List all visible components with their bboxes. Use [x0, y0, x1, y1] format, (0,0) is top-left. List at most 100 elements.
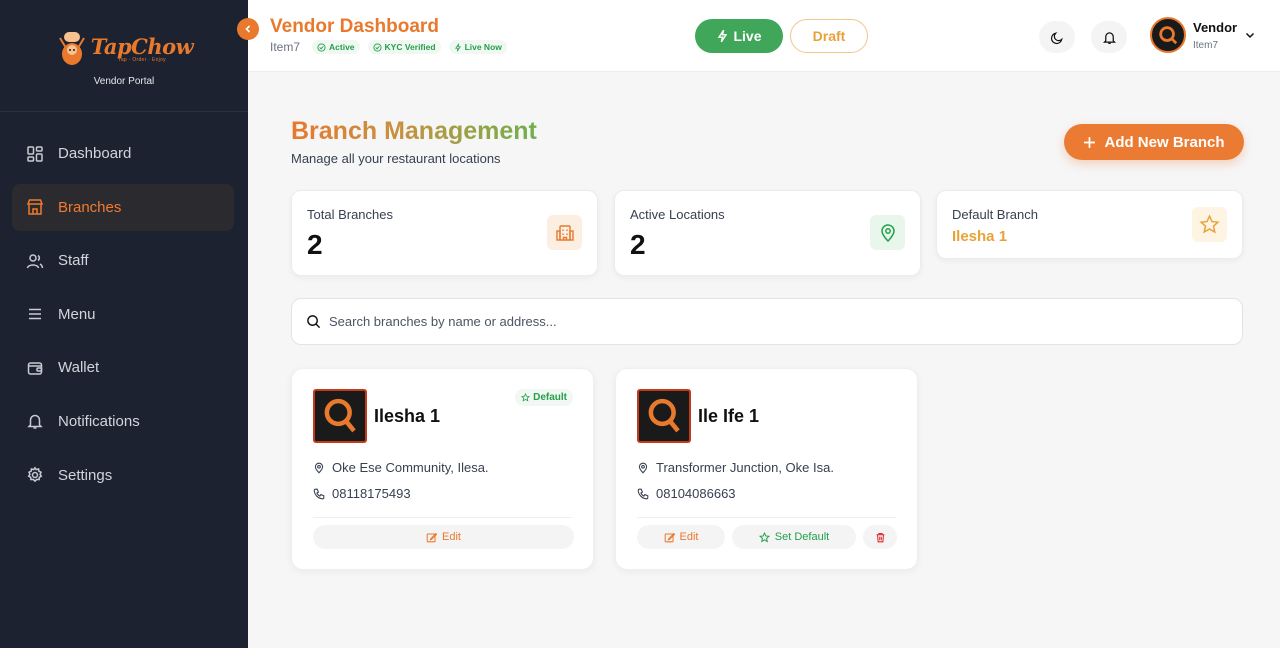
map-pin-icon [638, 462, 648, 474]
sidebar-item-branches[interactable]: Branches [12, 183, 234, 231]
divider [313, 517, 572, 518]
branch-address-text: Oke Ese Community, Ilesa. [332, 460, 489, 475]
header-title: Vendor Dashboard [270, 16, 439, 37]
brand-subtitle: Vendor Portal [93, 76, 155, 87]
sidebar-item-staff[interactable]: Staff [12, 237, 234, 284]
sidebar-item-dashboard[interactable]: Dashboard [12, 130, 234, 177]
page-title: Branch Management [291, 117, 537, 145]
plus-icon [1084, 136, 1096, 148]
building-icon [547, 215, 582, 250]
branch-phone-text: 08118175493 [332, 486, 411, 501]
sidebar-item-label: Dashboard [58, 145, 132, 162]
lightning-icon [718, 29, 728, 43]
sidebar-item-label: Staff [58, 252, 89, 270]
delete-branch-button[interactable] [863, 525, 897, 549]
search-input[interactable] [329, 314, 1209, 329]
set-default-label: Set Default [774, 531, 830, 543]
branch-phone: 08118175493 [313, 486, 411, 501]
sidebar-item-menu[interactable]: Menu [12, 291, 234, 338]
status-badge-kyc: KYC Verified [367, 40, 441, 54]
search-bar[interactable] [291, 298, 1243, 345]
default-badge-label: Default [533, 392, 567, 403]
add-new-branch-button[interactable]: Add New Branch [1064, 124, 1244, 160]
chevron-down-icon[interactable] [1244, 29, 1256, 41]
moon-icon [1050, 31, 1063, 44]
stat-value: 2 [630, 229, 646, 260]
branch-logo [637, 389, 691, 443]
sidebar-item-notifications[interactable]: Notifications [12, 398, 234, 445]
sidebar-item-label: Branches [58, 198, 122, 216]
star-icon [1192, 207, 1227, 242]
edit-icon [664, 532, 675, 542]
edit-label: Edit [442, 531, 461, 543]
gear-icon [26, 466, 44, 484]
vendor-logo-icon [1159, 26, 1178, 45]
top-header: Vendor Dashboard Item7 Active KYC Verifi… [248, 0, 1280, 72]
vendor-logo-icon [648, 398, 680, 433]
chevron-left-icon [245, 25, 251, 33]
check-circle-icon [317, 42, 326, 52]
branch-phone-text: 08104086663 [656, 486, 736, 501]
bell-icon [1102, 31, 1116, 44]
notifications-button[interactable] [1091, 21, 1127, 53]
search-icon [307, 315, 321, 329]
theme-toggle-button[interactable] [1039, 21, 1075, 53]
wallet-icon [26, 359, 44, 377]
users-icon [26, 252, 44, 270]
vendor-logo-icon [324, 398, 356, 433]
sidebar-item-settings[interactable]: Settings [12, 452, 234, 499]
status-badge-label: Active [329, 42, 355, 52]
star-icon [758, 531, 770, 542]
brand-name: TapChow [90, 33, 194, 59]
user-store: Item7 [1193, 40, 1219, 51]
edit-icon [426, 532, 438, 542]
store-icon [26, 198, 44, 216]
stat-label: Active Locations [630, 207, 725, 222]
store-name: Item7 [270, 40, 301, 54]
edit-branch-button[interactable]: Edit [637, 525, 725, 549]
edit-label: Edit [679, 531, 699, 543]
sidebar-item-label: Wallet [58, 359, 100, 377]
user-name[interactable]: Vendor [1193, 20, 1237, 35]
status-badge-active: Active [312, 40, 360, 54]
stat-value: Ilesha 1 [952, 228, 1008, 245]
stat-label: Total Branches [307, 207, 393, 222]
sidebar-item-label: Menu [58, 305, 96, 323]
branch-address: Transformer Junction, Oke Isa. [637, 460, 834, 475]
lightning-icon [454, 43, 461, 51]
star-icon [521, 393, 531, 402]
set-default-button[interactable]: Set Default [732, 525, 856, 549]
sidebar-nav: Dashboard Branches Staff Menu Wallet Not… [0, 112, 248, 499]
trash-icon [876, 532, 884, 542]
stat-card-active-locations: Active Locations 2 [614, 190, 921, 276]
stat-value: 2 [307, 229, 323, 260]
menu-icon [26, 305, 44, 323]
phone-icon [637, 488, 649, 499]
add-new-branch-label: Add New Branch [1104, 133, 1225, 151]
brand: TapChow Tap · Order · Enjoy Vendor Porta… [0, 0, 248, 112]
draft-toggle-button[interactable]: Draft [790, 19, 868, 53]
live-toggle-button[interactable]: Live [695, 19, 783, 53]
stat-card-default-branch: Default Branch Ilesha 1 [936, 190, 1243, 259]
branch-address: Oke Ese Community, Ilesa. [313, 460, 489, 475]
status-badge-label: Live Now [464, 42, 502, 52]
sidebar: TapChow Tap · Order · Enjoy Vendor Porta… [0, 0, 248, 648]
bell-icon [26, 412, 44, 430]
sidebar-item-label: Settings [58, 466, 113, 484]
branch-phone: 08104086663 [637, 486, 736, 501]
sidebar-item-label: Notifications [58, 412, 140, 430]
check-circle-icon [372, 42, 382, 52]
chef-mascot-icon [58, 32, 85, 65]
stat-card-total-branches: Total Branches 2 [291, 190, 598, 276]
status-badge-live: Live Now [448, 40, 507, 54]
sidebar-item-wallet[interactable]: Wallet [12, 344, 234, 391]
edit-branch-button[interactable]: Edit [313, 525, 574, 549]
map-pin-icon [870, 215, 905, 250]
phone-icon [313, 488, 325, 499]
default-badge: Default [515, 389, 573, 406]
stat-label: Default Branch [952, 207, 1038, 222]
brand-logo[interactable]: TapChow Tap · Order · Enjoy [55, 28, 194, 68]
avatar[interactable] [1150, 17, 1186, 53]
branch-address-text: Transformer Junction, Oke Isa. [656, 460, 834, 475]
collapse-sidebar-button[interactable] [237, 18, 259, 40]
